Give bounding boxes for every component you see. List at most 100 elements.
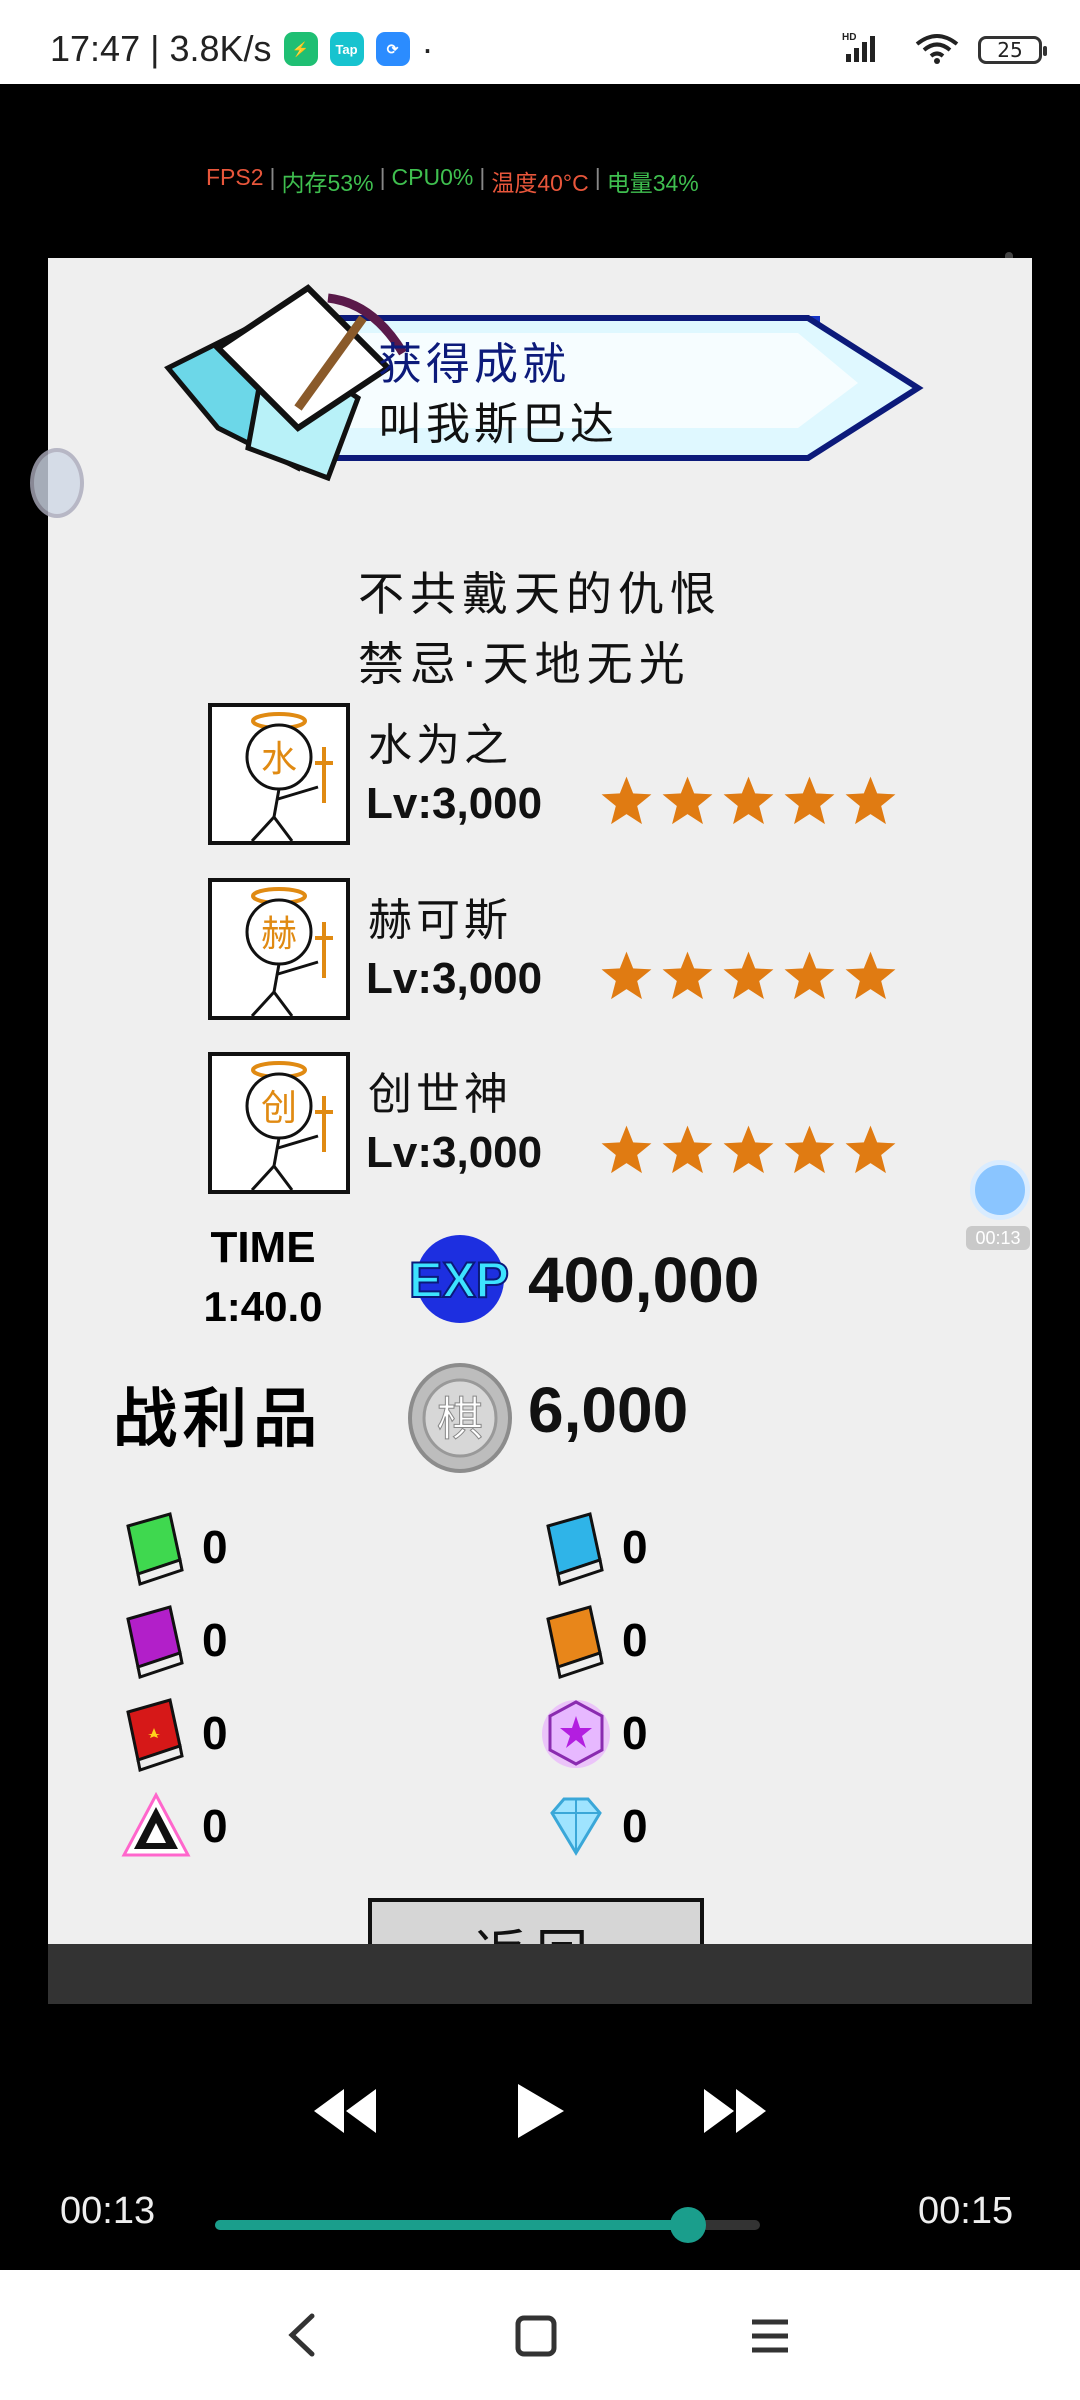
svg-text:创: 创 xyxy=(261,1088,297,1129)
prism-triangle-icon xyxy=(121,1791,191,1857)
purple-cube-icon xyxy=(542,1700,610,1768)
item-count: 0 xyxy=(202,1521,228,1573)
status-bar: 17:47 | 3.8K/s ⚡ Tap ⟳ · HD 25 xyxy=(0,0,1080,84)
seek-progress xyxy=(215,2220,688,2230)
item-slot: 0 xyxy=(538,1601,798,1681)
achievement-title: 获得成就 xyxy=(378,339,570,390)
blue-sync-icon: ⟳ xyxy=(375,32,410,66)
svg-text:HD: HD xyxy=(842,32,856,43)
character-row: 创 创世神 Lv:3,000 xyxy=(208,1052,928,1197)
item-slot: 0 xyxy=(538,1694,798,1774)
item-slot: 0 xyxy=(118,1694,378,1774)
back-button[interactable]: 返回 xyxy=(368,1898,704,1944)
star-icon xyxy=(601,951,652,1000)
status-dot: · xyxy=(421,28,434,69)
item-slot: 0 xyxy=(538,1508,798,1588)
achievement-banner: 获得成就 叫我斯巴达 xyxy=(158,278,938,488)
star-rating xyxy=(598,948,899,1005)
character-portrait: 创 xyxy=(208,1052,350,1194)
coin-icon: 棋 xyxy=(408,1363,512,1473)
character-level: Lv:3,000 xyxy=(366,779,543,828)
time-value: 1:40.0 xyxy=(203,1283,323,1330)
character-portrait: 水 xyxy=(208,703,350,845)
subtitle-2: 禁忌·天地无光 xyxy=(358,637,691,691)
battery-icon: 25 xyxy=(978,36,1047,64)
item-slot: 0 xyxy=(118,1508,378,1588)
current-time: 00:13 xyxy=(60,2190,156,2232)
character-row: 水 水为之 Lv:3,000 xyxy=(208,703,928,848)
overlay-separator: | xyxy=(379,164,386,190)
menu-nav-icon[interactable] xyxy=(748,2314,792,2358)
blue-book-icon xyxy=(546,1512,604,1586)
time-label: TIME xyxy=(210,1223,316,1272)
star-icon xyxy=(784,951,835,1000)
overlay-stat: 内存53% xyxy=(281,170,374,196)
character-name: 创世神 xyxy=(368,1069,512,1120)
signal-icon: HD xyxy=(842,30,896,70)
character-level: Lv:3,000 xyxy=(366,954,543,1003)
star-icon xyxy=(662,776,713,825)
green-app-icon: ⚡ xyxy=(283,32,318,66)
svg-text:EXP: EXP xyxy=(409,1252,509,1308)
item-slot: 0 xyxy=(538,1787,798,1867)
seek-thumb[interactable] xyxy=(669,2207,706,2243)
orange-book-icon xyxy=(546,1605,604,1679)
overlay-stat: CPU0% xyxy=(391,164,474,190)
star-icon xyxy=(845,776,896,825)
item-count: 0 xyxy=(622,1521,648,1573)
floating-record-time: 00:13 xyxy=(966,1226,1030,1250)
item-slot: 0 xyxy=(118,1601,378,1681)
purple-book-icon xyxy=(126,1605,184,1679)
status-left: 17:47 | 3.8K/s ⚡ Tap ⟳ · xyxy=(50,28,434,70)
floating-bubble-left[interactable] xyxy=(30,448,84,518)
overlay-stat: 温度40°C xyxy=(491,170,589,196)
seek-bar[interactable] xyxy=(215,2207,760,2243)
floating-record-button[interactable] xyxy=(970,1160,1030,1220)
coin-value: 6,000 xyxy=(528,1374,689,1446)
star-icon xyxy=(784,1125,835,1174)
character-level: Lv:3,000 xyxy=(366,1128,543,1177)
performance-overlay: FPS2 | 内存53% | CPU0% | 温度40°C | 电量34% xyxy=(206,164,699,198)
star-icon xyxy=(723,951,774,1000)
back-nav-icon[interactable] xyxy=(282,2310,322,2360)
exp-badge-icon: EXP xyxy=(408,1235,510,1323)
item-count: 0 xyxy=(622,1614,648,1666)
star-rating xyxy=(598,773,899,830)
result-panel: 获得成就 叫我斯巴达 不共戴天的仇恨 禁忌·天地无光 水水为之 Lv:3,000 赫… xyxy=(48,258,1032,1944)
star-rating xyxy=(598,1122,899,1179)
overlay-stat: 电量34% xyxy=(606,170,699,196)
home-nav-icon[interactable] xyxy=(514,2314,558,2358)
subtitle-1: 不共戴天的仇恨 xyxy=(358,567,722,621)
taptap-icon: Tap xyxy=(329,32,364,66)
rewind-button[interactable] xyxy=(310,2085,380,2137)
overlay-separator: | xyxy=(479,164,486,190)
star-icon xyxy=(723,1125,774,1174)
star-icon xyxy=(723,776,774,825)
loot-label: 战利品 xyxy=(113,1383,323,1457)
character-row: 赫 赫可斯 Lv:3,000 xyxy=(208,878,928,1023)
diamond-icon xyxy=(550,1797,602,1856)
overlay-separator: | xyxy=(269,164,276,190)
status-right: HD 25 xyxy=(842,30,1047,70)
exp-value: 400,000 xyxy=(528,1244,760,1316)
star-icon xyxy=(784,776,835,825)
green-book-icon xyxy=(126,1512,184,1586)
overlay-stat: FPS2 xyxy=(206,164,264,190)
red-book-icon xyxy=(126,1698,184,1772)
navigation-bar xyxy=(0,2270,1080,2400)
item-count: 0 xyxy=(202,1707,228,1759)
star-icon xyxy=(662,951,713,1000)
play-button[interactable] xyxy=(512,2080,568,2142)
item-slot: 0 xyxy=(118,1787,378,1867)
item-count: 0 xyxy=(202,1614,228,1666)
character-name: 水为之 xyxy=(368,720,512,771)
total-time: 00:15 xyxy=(918,2190,1014,2232)
star-icon xyxy=(601,1125,652,1174)
svg-text:棋: 棋 xyxy=(437,1392,483,1446)
wifi-icon xyxy=(912,30,962,70)
panel-footer-bar xyxy=(48,1944,1032,2004)
achievement-name: 叫我斯巴达 xyxy=(378,399,618,450)
svg-text:水: 水 xyxy=(261,739,297,780)
fast-forward-button[interactable] xyxy=(700,2085,770,2137)
item-count: 0 xyxy=(622,1707,648,1759)
